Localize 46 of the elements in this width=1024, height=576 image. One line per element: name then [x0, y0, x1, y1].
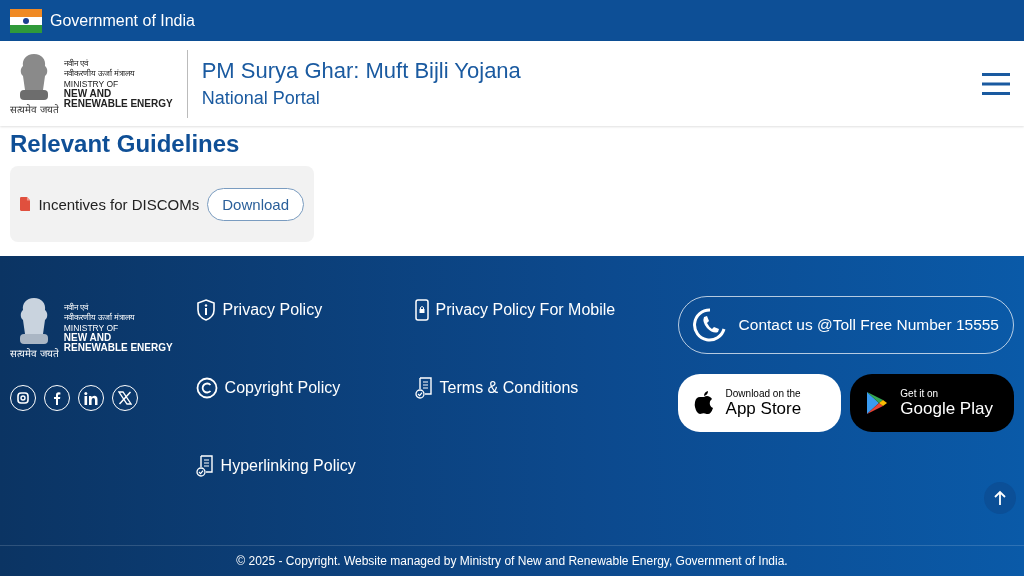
ministry-name-line: MINISTRY OF — [63, 322, 120, 333]
store-name: App Store — [725, 398, 802, 419]
app-store-button[interactable]: Download on the App Store — [677, 374, 842, 432]
motto-text: सत्यमेव जयते — [10, 348, 59, 359]
flag-icon — [10, 8, 42, 33]
phone-lock-icon — [414, 299, 429, 321]
play-store-icon — [866, 391, 889, 415]
ministry-name-line: NEW AND — [63, 332, 113, 343]
footer-link[interactable]: Hyperlinking Policy — [195, 452, 415, 480]
phone-icon — [692, 308, 727, 342]
ministry-name-line: नवीकरणीय ऊर्जा मंत्रालय — [63, 312, 137, 323]
store-name: Google Play — [900, 398, 993, 419]
document-check-icon — [414, 377, 433, 399]
government-label: Government of India — [50, 11, 195, 30]
portal-title: PM Surya Ghar: Muft Bijli Yojana — [201, 58, 522, 84]
footer-link[interactable]: Terms & Conditions — [414, 374, 672, 402]
document-name: Incentives for DISCOMs — [38, 195, 200, 213]
google-play-button[interactable]: Get it on Google Play — [850, 374, 1014, 432]
up-arrow-icon — [994, 490, 1006, 506]
portal-subtitle: National Portal — [201, 88, 321, 109]
ministry-name-line: RENEWABLE ENERGY — [63, 98, 173, 109]
ministry-name-line: नवीन एवं — [63, 58, 90, 68]
footer-link[interactable]: Privacy Policy — [195, 296, 415, 324]
footer-link[interactable]: Copyright Policy — [195, 374, 415, 402]
store-caption: Download on the — [725, 387, 802, 399]
copyright-icon — [195, 377, 218, 399]
section-heading: Relevant Guidelines — [10, 129, 241, 158]
ministry-name-line: नवीकरणीय ऊर्जा मंत्रालय — [63, 68, 137, 79]
x-logo-icon — [118, 391, 132, 405]
document-check-icon — [195, 455, 214, 477]
apple-logo-icon — [693, 391, 714, 415]
ministry-name-line: NEW AND — [63, 88, 113, 99]
linkedin-icon — [84, 391, 98, 405]
instagram-icon — [17, 392, 29, 404]
footer-link[interactable]: Privacy Policy For Mobile — [414, 296, 672, 324]
ministry-name-line: नवीन एवं — [63, 302, 90, 312]
store-caption: Get it on — [900, 387, 940, 399]
facebook-icon — [53, 391, 61, 405]
motto-text: सत्यमेव जयते — [10, 104, 59, 115]
scroll-top-button[interactable] — [984, 482, 1016, 514]
download-button[interactable]: Download — [207, 187, 304, 221]
menu-icon — [982, 72, 1010, 95]
shield-info-icon — [195, 299, 216, 321]
ministry-name-line: MINISTRY OF — [63, 78, 120, 89]
copyright-text: © 2025 - Copyright. Website managed by Ministry of New and Renewable Energy, Government of India. — [0, 545, 1024, 576]
ministry-name-line: RENEWABLE ENERGY — [63, 342, 173, 353]
